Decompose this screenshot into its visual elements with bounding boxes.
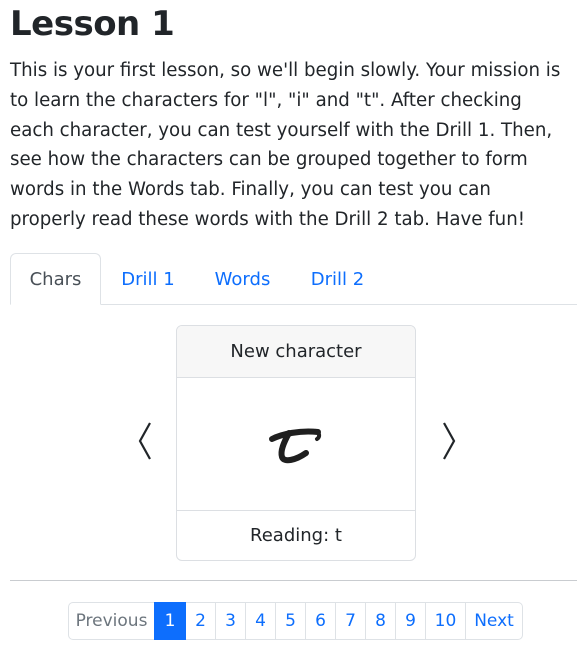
tab-drill-2[interactable]: Drill 2 [290,253,385,305]
page-3[interactable]: 3 [215,602,246,640]
page-8[interactable]: 8 [365,602,396,640]
page-6[interactable]: 6 [305,602,336,640]
chevron-left-icon [138,422,151,460]
pagination-next[interactable]: Next [465,602,523,640]
pagination: Previous 1 2 3 4 5 6 7 8 9 10 Next [68,602,523,640]
page-7[interactable]: 7 [335,602,366,640]
section-divider [10,580,577,581]
tab-chars[interactable]: Chars [10,253,101,305]
page-1[interactable]: 1 [154,602,186,640]
page-10[interactable]: 10 [425,602,466,640]
card-header: New character [177,326,415,378]
page-2[interactable]: 2 [185,602,216,640]
character-card: New character Reading: t [176,325,416,561]
carousel-next-button[interactable] [437,418,461,464]
carousel-prev-button[interactable] [133,418,157,464]
character-carousel: New character Reading: t [10,305,577,575]
page-9[interactable]: 9 [395,602,426,640]
lesson-intro: This is your first lesson, so we'll begi… [10,60,561,230]
tab-words[interactable]: Words [195,253,290,305]
lesson-tabs: Chars Drill 1 Words Drill 2 [10,253,577,305]
page-5[interactable]: 5 [275,602,306,640]
card-reading: Reading: t [177,510,415,560]
tab-drill-1[interactable]: Drill 1 [101,253,195,305]
card-body [177,378,415,510]
page-title: Lesson 1 [10,4,175,44]
chevron-right-icon [443,422,456,460]
handwritten-t-glyph [269,428,322,464]
lesson-page: Lesson 1 This is your first lesson, so w… [0,0,577,650]
pagination-previous[interactable]: Previous [68,602,155,640]
page-4[interactable]: 4 [245,602,276,640]
